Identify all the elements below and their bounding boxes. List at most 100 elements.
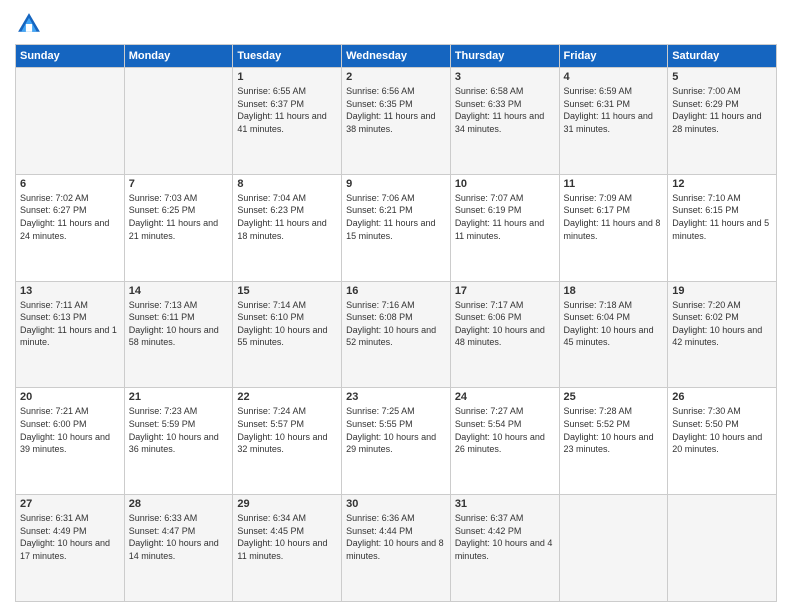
calendar-cell <box>124 68 233 175</box>
day-number: 6 <box>20 178 120 190</box>
calendar-cell: 21Sunrise: 7:23 AMSunset: 5:59 PMDayligh… <box>124 388 233 495</box>
calendar-cell: 26Sunrise: 7:30 AMSunset: 5:50 PMDayligh… <box>668 388 777 495</box>
day-number: 4 <box>564 71 664 83</box>
weekday-header: Saturday <box>668 45 777 68</box>
calendar-cell: 12 Sunrise: 7:10 AMSunset: 6:15 PMDayligh… <box>668 174 777 281</box>
day-info: Sunrise: 7:30 AMSunset: 5:50 PMDaylight:… <box>672 405 772 455</box>
logo <box>15 10 47 38</box>
calendar-row: 6Sunrise: 7:02 AMSunset: 6:27 PMDaylight… <box>16 174 777 281</box>
weekday-header: Wednesday <box>342 45 451 68</box>
day-number: 14 <box>129 285 229 297</box>
day-info: Sunrise: 7:14 AMSunset: 6:10 PMDaylight:… <box>237 299 337 349</box>
day-number: 24 <box>455 391 555 403</box>
day-number: 5 <box>672 71 772 83</box>
calendar-cell: 6Sunrise: 7:02 AMSunset: 6:27 PMDaylight… <box>16 174 125 281</box>
day-info: Sunrise: 7:18 AMSunset: 6:04 PMDaylight:… <box>564 299 664 349</box>
calendar-cell: 8 Sunrise: 7:04 AMSunset: 6:23 PMDaylight… <box>233 174 342 281</box>
day-info: Sunrise: 7:17 AMSunset: 6:06 PMDaylight:… <box>455 299 555 349</box>
day-number: 31 <box>455 498 555 510</box>
calendar-cell: 18Sunrise: 7:18 AMSunset: 6:04 PMDayligh… <box>559 281 668 388</box>
calendar-page: SundayMondayTuesdayWednesdayThursdayFrid… <box>0 0 792 612</box>
calendar-cell <box>16 68 125 175</box>
day-info: Sunrise: 7:27 AMSunset: 5:54 PMDaylight:… <box>455 405 555 455</box>
day-number: 8 <box>237 178 337 190</box>
calendar-cell: 15 Sunrise: 7:14 AMSunset: 6:10 PMDayligh… <box>233 281 342 388</box>
calendar-cell: 30Sunrise: 6:36 AMSunset: 4:44 PMDayligh… <box>342 495 451 602</box>
calendar-cell: 28Sunrise: 6:33 AMSunset: 4:47 PMDayligh… <box>124 495 233 602</box>
calendar-cell: 22 Sunrise: 7:24 AMSunset: 5:57 PMDayligh… <box>233 388 342 495</box>
day-number: 10 <box>455 178 555 190</box>
day-info: Sunrise: 6:31 AMSunset: 4:49 PMDaylight:… <box>20 512 120 562</box>
day-number: 27 <box>20 498 120 510</box>
calendar-row: 27 Sunrise: 6:31 AMSunset: 4:49 PMDayligh… <box>16 495 777 602</box>
day-number: 29 <box>237 498 337 510</box>
weekday-header-row: SundayMondayTuesdayWednesdayThursdayFrid… <box>16 45 777 68</box>
day-number: 25 <box>564 391 664 403</box>
calendar-cell <box>559 495 668 602</box>
day-number: 15 <box>237 285 337 297</box>
day-info: Sunrise: 6:37 AMSunset: 4:42 PMDaylight:… <box>455 512 555 562</box>
calendar-cell: 13 Sunrise: 7:11 AMSunset: 6:13 PMDayligh… <box>16 281 125 388</box>
day-number: 3 <box>455 71 555 83</box>
day-info: Sunrise: 7:28 AMSunset: 5:52 PMDaylight:… <box>564 405 664 455</box>
calendar-row: 1Sunrise: 6:55 AMSunset: 6:37 PMDaylight… <box>16 68 777 175</box>
calendar-cell: 29 Sunrise: 6:34 AMSunset: 4:45 PMDayligh… <box>233 495 342 602</box>
calendar-cell: 17 Sunrise: 7:17 AMSunset: 6:06 PMDayligh… <box>450 281 559 388</box>
weekday-header: Tuesday <box>233 45 342 68</box>
weekday-header: Sunday <box>16 45 125 68</box>
day-number: 17 <box>455 285 555 297</box>
day-info: Sunrise: 7:21 AMSunset: 6:00 PMDaylight:… <box>20 405 120 455</box>
weekday-header: Friday <box>559 45 668 68</box>
day-info: Sunrise: 7:04 AMSunset: 6:23 PMDaylight:… <box>237 192 337 242</box>
weekday-header: Monday <box>124 45 233 68</box>
calendar-cell: 7Sunrise: 7:03 AMSunset: 6:25 PMDaylight… <box>124 174 233 281</box>
day-number: 12 <box>672 178 772 190</box>
day-number: 7 <box>129 178 229 190</box>
calendar-cell: 16Sunrise: 7:16 AMSunset: 6:08 PMDayligh… <box>342 281 451 388</box>
calendar-row: 20 Sunrise: 7:21 AMSunset: 6:00 PMDayligh… <box>16 388 777 495</box>
day-info: Sunrise: 7:11 AMSunset: 6:13 PMDaylight:… <box>20 299 120 349</box>
calendar-table: SundayMondayTuesdayWednesdayThursdayFrid… <box>15 44 777 602</box>
day-info: Sunrise: 6:59 AMSunset: 6:31 PMDaylight:… <box>564 85 664 135</box>
day-number: 22 <box>237 391 337 403</box>
day-info: Sunrise: 7:06 AMSunset: 6:21 PMDaylight:… <box>346 192 446 242</box>
calendar-cell: 23 Sunrise: 7:25 AMSunset: 5:55 PMDayligh… <box>342 388 451 495</box>
calendar-cell: 2 Sunrise: 6:56 AMSunset: 6:35 PMDaylight… <box>342 68 451 175</box>
day-info: Sunrise: 6:33 AMSunset: 4:47 PMDaylight:… <box>129 512 229 562</box>
day-info: Sunrise: 6:56 AMSunset: 6:35 PMDaylight:… <box>346 85 446 135</box>
calendar-cell: 4 Sunrise: 6:59 AMSunset: 6:31 PMDaylight… <box>559 68 668 175</box>
day-number: 11 <box>564 178 664 190</box>
calendar-cell: 11 Sunrise: 7:09 AMSunset: 6:17 PMDayligh… <box>559 174 668 281</box>
day-info: Sunrise: 6:36 AMSunset: 4:44 PMDaylight:… <box>346 512 446 562</box>
calendar-cell: 5 Sunrise: 7:00 AMSunset: 6:29 PMDaylight… <box>668 68 777 175</box>
day-info: Sunrise: 6:55 AMSunset: 6:37 PMDaylight:… <box>237 85 337 135</box>
day-number: 23 <box>346 391 446 403</box>
day-number: 16 <box>346 285 446 297</box>
header <box>15 10 777 38</box>
day-info: Sunrise: 7:07 AMSunset: 6:19 PMDaylight:… <box>455 192 555 242</box>
day-number: 20 <box>20 391 120 403</box>
day-info: Sunrise: 7:09 AMSunset: 6:17 PMDaylight:… <box>564 192 664 242</box>
calendar-cell: 3 Sunrise: 6:58 AMSunset: 6:33 PMDaylight… <box>450 68 559 175</box>
calendar-cell: 31 Sunrise: 6:37 AMSunset: 4:42 PMDayligh… <box>450 495 559 602</box>
weekday-header: Thursday <box>450 45 559 68</box>
calendar-cell: 20 Sunrise: 7:21 AMSunset: 6:00 PMDayligh… <box>16 388 125 495</box>
day-info: Sunrise: 7:00 AMSunset: 6:29 PMDaylight:… <box>672 85 772 135</box>
day-number: 2 <box>346 71 446 83</box>
calendar-cell: 24 Sunrise: 7:27 AMSunset: 5:54 PMDayligh… <box>450 388 559 495</box>
day-number: 13 <box>20 285 120 297</box>
calendar-row: 13 Sunrise: 7:11 AMSunset: 6:13 PMDayligh… <box>16 281 777 388</box>
day-info: Sunrise: 7:25 AMSunset: 5:55 PMDaylight:… <box>346 405 446 455</box>
calendar-cell: 9 Sunrise: 7:06 AMSunset: 6:21 PMDaylight… <box>342 174 451 281</box>
day-info: Sunrise: 6:34 AMSunset: 4:45 PMDaylight:… <box>237 512 337 562</box>
calendar-cell: 25 Sunrise: 7:28 AMSunset: 5:52 PMDayligh… <box>559 388 668 495</box>
day-number: 19 <box>672 285 772 297</box>
day-info: Sunrise: 6:58 AMSunset: 6:33 PMDaylight:… <box>455 85 555 135</box>
calendar-cell: 10 Sunrise: 7:07 AMSunset: 6:19 PMDayligh… <box>450 174 559 281</box>
day-number: 9 <box>346 178 446 190</box>
calendar-cell: 27 Sunrise: 6:31 AMSunset: 4:49 PMDayligh… <box>16 495 125 602</box>
day-info: Sunrise: 7:24 AMSunset: 5:57 PMDaylight:… <box>237 405 337 455</box>
day-info: Sunrise: 7:10 AMSunset: 6:15 PMDaylight:… <box>672 192 772 242</box>
calendar-cell: 14Sunrise: 7:13 AMSunset: 6:11 PMDayligh… <box>124 281 233 388</box>
calendar-cell: 1Sunrise: 6:55 AMSunset: 6:37 PMDaylight… <box>233 68 342 175</box>
